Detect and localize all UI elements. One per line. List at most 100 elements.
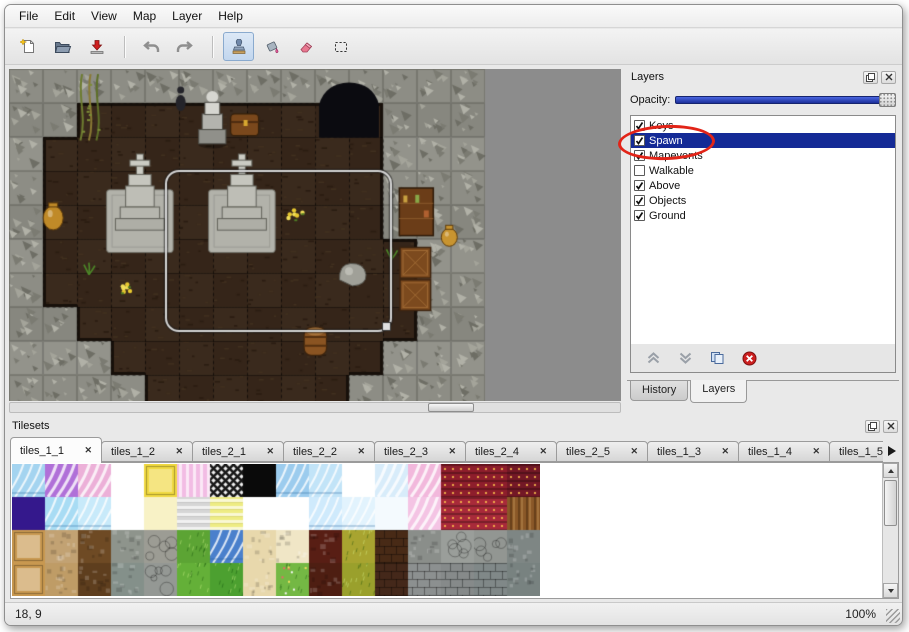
select-tool-icon	[333, 39, 349, 55]
select-tool-button[interactable]	[325, 32, 356, 61]
layer-name: Mapevents	[649, 150, 703, 162]
tileset-tab-tiles_2_3[interactable]: tiles_2_3✕	[374, 441, 466, 462]
layer-name: Keys	[649, 120, 673, 132]
tileset-tab-tiles_1_3[interactable]: tiles_1_3✕	[647, 441, 739, 462]
menu-help[interactable]: Help	[210, 6, 251, 26]
delete-layer-button[interactable]	[740, 349, 758, 367]
redo-button[interactable]	[169, 32, 200, 61]
layer-list: Keys Spawn MapeventsWalkable Above Objects Gr…	[630, 115, 896, 345]
tileset-tab-tiles_2_5[interactable]: tiles_2_5 ✕	[556, 441, 648, 462]
layer-checkbox-spawn[interactable]	[634, 135, 645, 146]
close-tab-icon[interactable]: ✕	[357, 447, 365, 456]
layer-row-above[interactable]: Above	[631, 178, 895, 193]
move-layer-down-button[interactable]	[676, 349, 694, 367]
new-file-button[interactable]	[13, 32, 44, 61]
layer-name: Ground	[649, 210, 686, 222]
tilesets-panel-close-icon[interactable]	[883, 420, 898, 433]
close-tab-icon[interactable]: ✕	[266, 447, 274, 456]
menu-view[interactable]: View	[83, 6, 125, 26]
toolbar-separator	[212, 36, 214, 58]
opacity-slider-handle[interactable]	[879, 93, 896, 107]
close-tab-icon[interactable]: ✕	[721, 447, 729, 456]
tilesets-panel-float-icon[interactable]	[865, 420, 880, 433]
close-tab-icon[interactable]: ✕	[539, 447, 547, 456]
map-viewport[interactable]	[9, 69, 621, 401]
tab-label: tiles_1_5	[839, 446, 883, 458]
vertical-scrollbar-thumb[interactable]	[884, 480, 897, 526]
resize-grip[interactable]	[886, 609, 900, 623]
layer-checkbox-keys[interactable]	[634, 120, 645, 131]
layers-panel-float-icon[interactable]	[863, 71, 878, 84]
tileset-tab-tiles_2_4[interactable]: tiles_2_4✕	[465, 441, 557, 462]
open-button[interactable]	[47, 32, 78, 61]
tilesets-panel-title: Tilesets	[8, 420, 50, 432]
layer-buttons-row	[630, 344, 896, 373]
tab-label: tiles_2_2	[293, 446, 337, 458]
layers-panel-close-icon[interactable]	[881, 71, 896, 84]
move-layer-up-button[interactable]	[644, 349, 662, 367]
menu-map[interactable]: Map	[125, 6, 164, 26]
layer-checkbox-mapevents[interactable]	[634, 150, 645, 161]
layer-name: Above	[649, 180, 680, 192]
tileset-tab-tiles_2_2[interactable]: tiles_2_2 ✕	[283, 441, 375, 462]
map-canvas[interactable]	[9, 69, 489, 401]
layer-checkbox-above[interactable]	[634, 180, 645, 191]
tileset-tabbar: tiles_1_1✕tiles_1_2✕ tiles_2_1 ✕ tiles_2_2 ✕…	[8, 436, 901, 463]
layer-row-objects[interactable]: Objects	[631, 193, 895, 208]
tileset-tab-tiles_1_5[interactable]: tiles_1_5✕	[829, 441, 883, 462]
menu-file[interactable]: File	[11, 6, 46, 26]
horizontal-scrollbar-thumb[interactable]	[428, 403, 474, 412]
layer-name: Objects	[649, 195, 686, 207]
fill-tool-button[interactable]	[257, 32, 288, 61]
tab-history[interactable]: History	[630, 381, 688, 401]
map-horizontal-scrollbar[interactable]	[9, 402, 621, 413]
layer-row-spawn[interactable]: Spawn	[631, 133, 895, 148]
palette-vertical-scrollbar[interactable]	[882, 463, 898, 598]
eraser-tool-button[interactable]	[291, 32, 322, 61]
layers-panel-title: Layers	[627, 71, 664, 83]
close-tab-icon[interactable]: ✕	[630, 447, 638, 456]
duplicate-layer-button[interactable]	[708, 349, 726, 367]
opacity-row: Opacity:	[630, 91, 896, 109]
layer-row-mapevents[interactable]: Mapevents	[631, 148, 895, 163]
layer-checkbox-ground[interactable]	[634, 210, 645, 221]
close-tab-icon[interactable]: ✕	[448, 447, 456, 456]
tab-label: tiles_1_4	[748, 446, 792, 458]
layer-row-walkable[interactable]: Walkable	[631, 163, 895, 178]
undo-button[interactable]	[135, 32, 166, 61]
tileset-tab-tiles_1_4[interactable]: tiles_1_4 ✕	[738, 441, 830, 462]
tab-label: tiles_2_1	[202, 446, 246, 458]
tileset-tab-tiles_2_1[interactable]: tiles_2_1 ✕	[192, 441, 284, 462]
scroll-down-button[interactable]	[883, 583, 898, 598]
scroll-up-button[interactable]	[883, 463, 898, 478]
open-folder-icon	[54, 39, 72, 55]
tileset-tab-tiles_1_1[interactable]: tiles_1_1✕	[10, 437, 102, 463]
menu-layer[interactable]: Layer	[164, 6, 210, 26]
close-tab-icon[interactable]: ✕	[175, 447, 183, 456]
right-arrow-icon	[888, 446, 896, 456]
tileset-palette-area	[10, 462, 899, 599]
save-button[interactable]	[81, 32, 112, 61]
layers-panel-header: Layers	[627, 69, 899, 85]
opacity-label: Opacity:	[630, 94, 675, 106]
eraser-tool-icon	[298, 39, 315, 55]
tileset-tab-tiles_1_2[interactable]: tiles_1_2✕	[101, 441, 193, 462]
menu-edit[interactable]: Edit	[46, 6, 83, 26]
tab-layers[interactable]: Layers	[690, 380, 747, 403]
layers-history-tabs: HistoryLayers	[627, 380, 899, 413]
layers-panel: Layers Opacity: Keys Spawn MapeventsWalkab…	[627, 69, 899, 413]
stamp-tool-button[interactable]	[223, 32, 254, 61]
toolbar	[5, 29, 902, 65]
close-tab-icon[interactable]: ✕	[84, 446, 92, 455]
tab-scroll-right-button[interactable]	[884, 441, 900, 461]
layer-name: Spawn	[649, 135, 683, 147]
close-tab-icon[interactable]: ✕	[812, 447, 820, 456]
layer-checkbox-objects[interactable]	[634, 195, 645, 206]
layer-row-keys[interactable]: Keys	[631, 118, 895, 133]
layer-checkbox-walkable[interactable]	[634, 165, 645, 176]
opacity-slider[interactable]	[675, 93, 896, 107]
layer-row-ground[interactable]: Ground	[631, 208, 895, 223]
tileset-palette-canvas[interactable]	[12, 464, 540, 596]
tilesets-panel-header: Tilesets	[8, 418, 901, 434]
tab-label: tiles_2_5	[566, 446, 610, 458]
